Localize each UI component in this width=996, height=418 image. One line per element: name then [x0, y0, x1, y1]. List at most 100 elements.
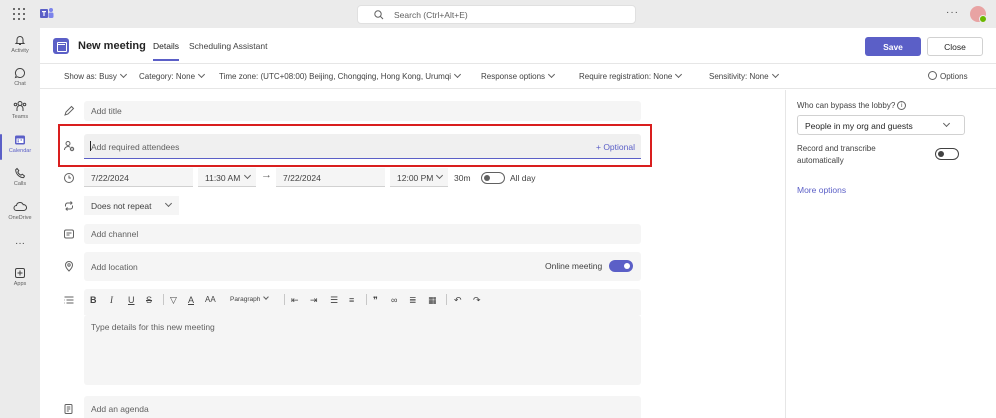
start-time-dropdown[interactable]: 11:30 AM — [198, 168, 256, 187]
response-options-label: Response options — [481, 72, 546, 81]
app-rail: Activity Chat Teams Calendar Calls OneDr… — [0, 28, 40, 418]
sensitivity-dropdown[interactable]: Sensitivity: None — [709, 70, 779, 81]
save-button[interactable]: Save — [865, 37, 921, 56]
required-attendees-input[interactable]: Add required attendees + Optional — [84, 134, 641, 159]
bold-icon[interactable]: B — [90, 294, 97, 306]
toolbar-divider — [163, 294, 164, 305]
paragraph-dropdown[interactable]: Paragraph — [230, 294, 270, 306]
agenda-placeholder: Add an agenda — [91, 404, 149, 414]
undo-icon[interactable]: ↶ — [454, 294, 462, 306]
agenda-icon — [64, 404, 73, 414]
lobby-bypass-value: People in my org and guests — [805, 121, 913, 131]
rail-label: Activity — [11, 48, 29, 54]
pencil-icon — [64, 105, 75, 116]
rail-label: Teams — [11, 114, 29, 120]
end-date-picker[interactable]: 7/22/2024 — [276, 168, 385, 187]
meeting-options-bar: Show as: Busy Category: None Time zone: … — [40, 65, 996, 89]
close-button[interactable]: Close — [927, 37, 983, 56]
user-avatar[interactable] — [970, 6, 987, 23]
all-day-label: All day — [510, 173, 536, 183]
title-input[interactable]: Add title — [84, 101, 641, 121]
page-title: New meeting — [78, 40, 146, 52]
increase-indent-icon[interactable]: ⇥ — [310, 294, 318, 306]
table-icon[interactable]: ▦ — [428, 294, 437, 306]
bell-icon — [14, 36, 26, 45]
meeting-header: New meeting Details Scheduling Assistant… — [40, 28, 996, 64]
channel-input[interactable]: Add channel — [84, 224, 641, 244]
chevron-down-icon — [243, 171, 252, 180]
end-time-dropdown[interactable]: 12:00 PM — [390, 168, 448, 187]
toolbar-divider — [366, 294, 367, 305]
chevron-down-icon — [771, 70, 779, 79]
end-time-value: 12:00 PM — [397, 173, 434, 183]
paragraph-label: Paragraph — [230, 296, 261, 303]
app-launcher-icon[interactable] — [13, 8, 25, 20]
more-options-link[interactable]: More options — [797, 185, 846, 195]
lobby-question-label: Who can bypass the lobby? — [797, 101, 896, 110]
duration-label: 30m — [454, 173, 471, 183]
align-icon[interactable]: ≣ — [409, 294, 417, 306]
font-color-icon[interactable]: A — [188, 294, 194, 306]
rail-item-teams[interactable]: Teams — [0, 100, 40, 130]
agenda-input[interactable]: Add an agenda — [84, 396, 641, 418]
tab-details[interactable]: Details — [153, 41, 179, 61]
record-transcribe-toggle[interactable] — [935, 148, 959, 160]
online-meeting-toggle[interactable] — [609, 260, 633, 272]
meeting-form: Add title Add required attendees + Optio… — [40, 90, 785, 418]
options-button[interactable]: Options — [928, 71, 968, 81]
registration-dropdown[interactable]: Require registration: None — [579, 70, 683, 81]
teams-icon — [13, 101, 27, 111]
search-placeholder: Search (Ctrl+Alt+E) — [394, 10, 468, 20]
calendar-icon — [15, 135, 25, 145]
online-meeting-label: Online meeting — [545, 261, 603, 271]
show-as-dropdown[interactable]: Show as: Busy — [64, 70, 127, 81]
rail-item-more[interactable]: ··· — [0, 236, 40, 266]
rail-item-apps[interactable]: Apps — [0, 267, 40, 297]
rail-item-activity[interactable]: Activity — [0, 34, 40, 64]
tab-scheduling-assistant[interactable]: Scheduling Assistant — [189, 41, 267, 51]
options-label: Options — [940, 72, 968, 81]
redo-icon[interactable]: ↷ — [473, 294, 481, 306]
decrease-indent-icon[interactable]: ⇤ — [291, 294, 299, 306]
chevron-down-icon — [263, 294, 270, 300]
phone-icon — [15, 167, 26, 179]
chevron-down-icon — [454, 70, 462, 79]
rail-item-calendar[interactable]: Calendar — [0, 134, 40, 164]
details-editor[interactable]: Type details for this new meeting — [84, 315, 641, 385]
repeat-dropdown[interactable]: Does not repeat — [84, 196, 179, 215]
chat-icon — [14, 67, 25, 79]
numbered-list-icon[interactable]: ≡ — [349, 294, 354, 306]
timezone-dropdown[interactable]: Time zone: (UTC+08:00) Beijing, Chongqin… — [219, 70, 462, 81]
strikethrough-icon[interactable]: S — [146, 294, 152, 306]
underline-icon[interactable]: U — [128, 294, 135, 306]
teams-logo-icon — [40, 8, 54, 18]
chevron-down-icon — [675, 70, 683, 79]
category-dropdown[interactable]: Category: None — [139, 70, 206, 81]
quote-icon[interactable]: ❞ — [373, 294, 378, 306]
rail-item-chat[interactable]: Chat — [0, 67, 40, 97]
more-options-icon[interactable]: ··· — [946, 7, 959, 18]
title-placeholder: Add title — [91, 106, 122, 116]
italic-icon[interactable]: I — [110, 294, 113, 306]
show-as-label: Show as: Busy — [64, 72, 117, 81]
info-icon[interactable]: i — [897, 101, 907, 111]
search-box[interactable]: Search (Ctrl+Alt+E) — [357, 5, 636, 24]
start-date-picker[interactable]: 7/22/2024 — [84, 168, 193, 187]
category-label: Category: None — [139, 72, 196, 81]
lobby-bypass-dropdown[interactable]: People in my org and guests — [797, 115, 965, 135]
rail-item-onedrive[interactable]: OneDrive — [0, 201, 40, 231]
start-time-value: 11:30 AM — [205, 173, 241, 183]
add-optional-attendees-link[interactable]: + Optional — [596, 142, 635, 152]
toolbar-divider — [446, 294, 447, 305]
formatting-toolbar: B I U S ▽ A AA Paragraph ⇤ ⇥ ☰ ≡ ❞ ∞ ≣ ▦… — [84, 289, 641, 315]
response-options-dropdown[interactable]: Response options — [481, 70, 556, 81]
channel-icon — [64, 229, 74, 239]
cloud-icon — [13, 202, 27, 211]
rail-item-calls[interactable]: Calls — [0, 167, 40, 197]
highlight-icon[interactable]: ▽ — [170, 294, 177, 306]
font-size-icon[interactable]: AA — [205, 294, 216, 306]
link-icon[interactable]: ∞ — [391, 294, 397, 306]
chevron-down-icon — [435, 171, 444, 180]
all-day-toggle[interactable] — [481, 172, 505, 184]
bulleted-list-icon[interactable]: ☰ — [330, 294, 338, 306]
